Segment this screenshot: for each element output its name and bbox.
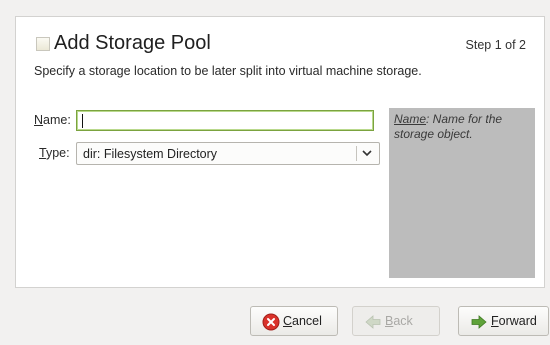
forward-button[interactable]: Forward — [458, 306, 549, 336]
forward-arrow-icon — [471, 315, 487, 329]
name-label-mnemonic: N — [34, 113, 44, 127]
document-icon — [36, 37, 50, 51]
type-dropdown[interactable]: dir: Filesystem Directory — [76, 142, 380, 165]
back-button[interactable]: Back — [352, 306, 440, 336]
name-label: Name: — [34, 113, 71, 127]
chevron-down-icon[interactable] — [360, 145, 374, 161]
type-label-mnemonic: T — [39, 146, 46, 160]
text-caret — [82, 114, 83, 128]
name-input[interactable] — [76, 110, 374, 131]
help-panel: Name: Name for the storage object. — [389, 108, 535, 278]
page-title: Add Storage Pool — [54, 32, 211, 54]
dropdown-divider — [356, 146, 357, 161]
cancel-button[interactable]: Cancel — [250, 306, 338, 336]
help-term: Name — [394, 112, 427, 126]
cancel-icon — [262, 313, 280, 331]
step-indicator: Step 1 of 2 — [465, 38, 526, 52]
wizard-panel: Add Storage Pool Step 1 of 2 Specify a s… — [15, 16, 545, 288]
type-label: Type: — [39, 146, 70, 160]
type-label-text: ype: — [45, 146, 70, 160]
page-subtitle: Specify a storage location to be later s… — [34, 64, 422, 78]
help-text: Name: Name for the storage object. — [394, 112, 530, 142]
type-dropdown-value: dir: Filesystem Directory — [83, 147, 218, 161]
back-button-label: Back — [385, 314, 413, 328]
back-arrow-icon — [365, 315, 381, 329]
name-label-text: ame: — [43, 113, 71, 127]
cancel-button-label: Cancel — [283, 314, 322, 328]
forward-button-label: Forward — [491, 314, 537, 328]
